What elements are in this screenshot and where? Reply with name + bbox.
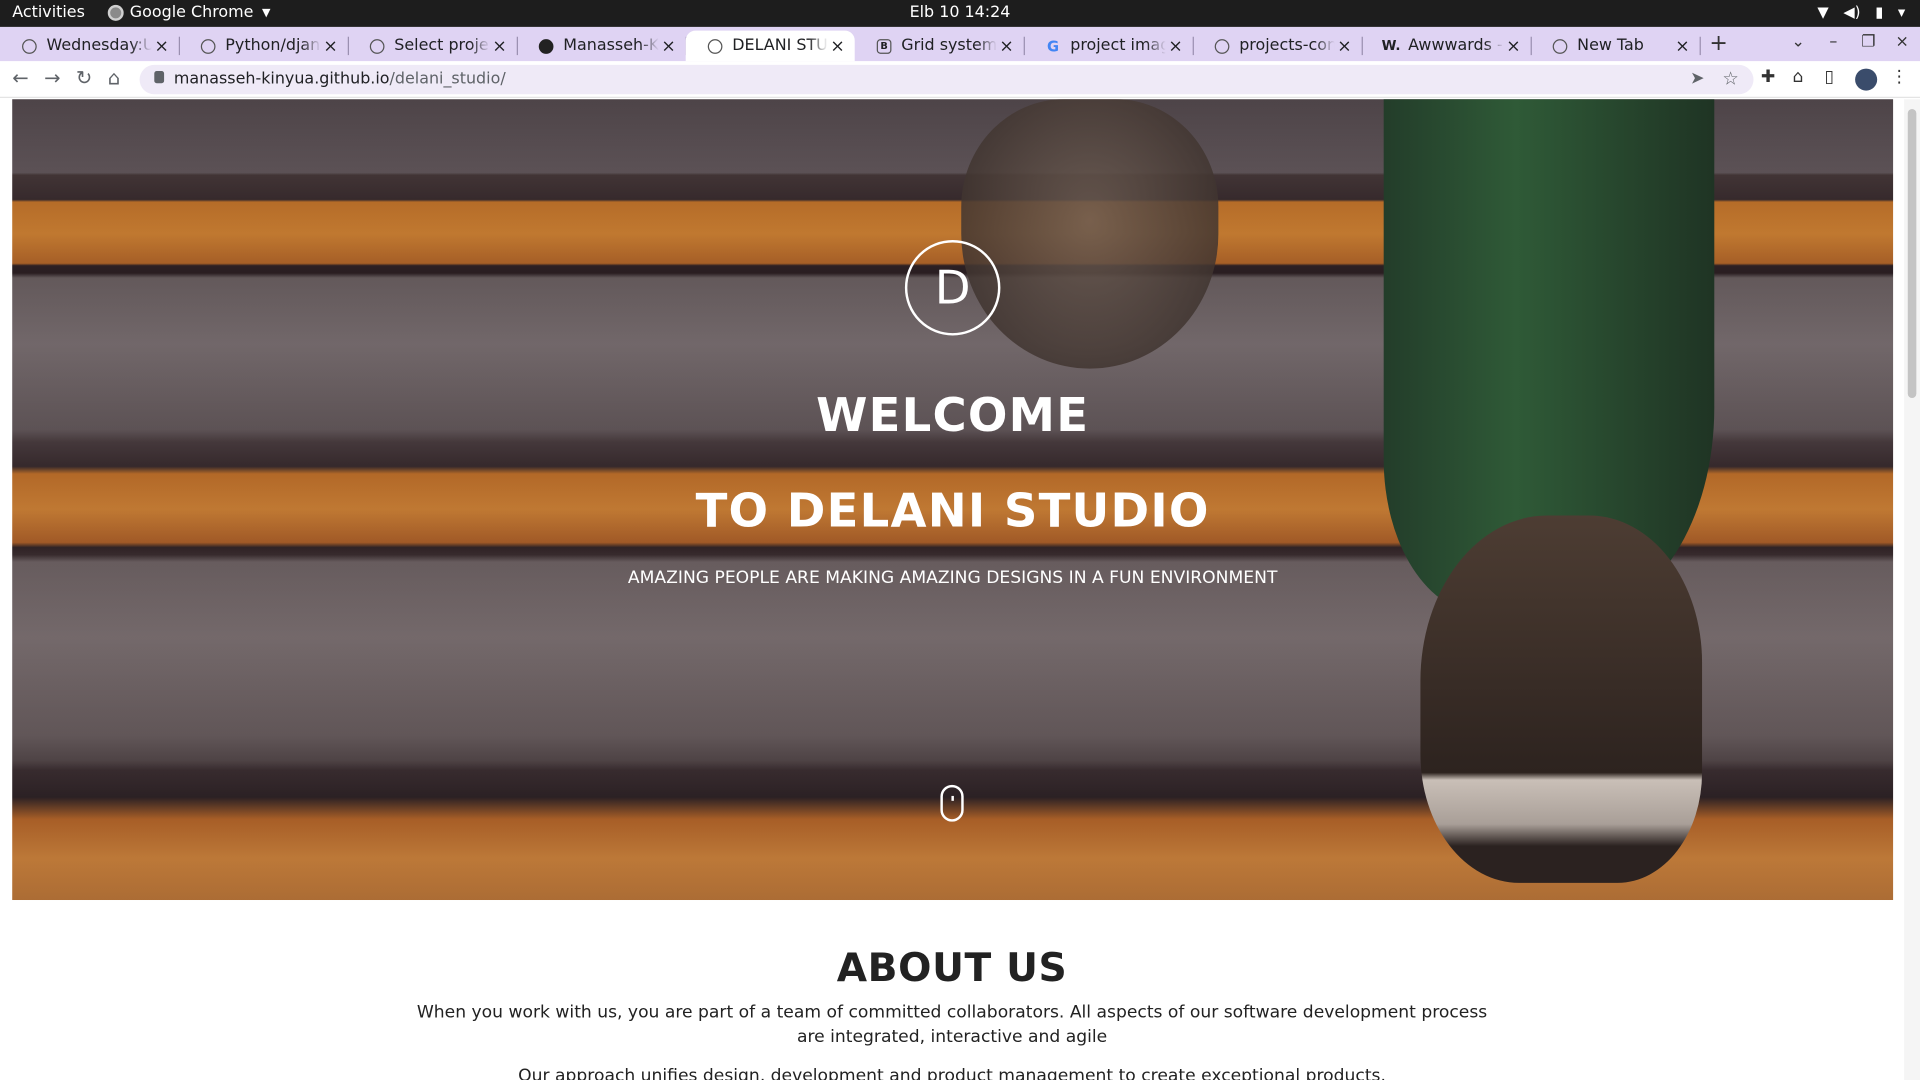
tab-python-django[interactable]: Python/django × [179, 31, 349, 62]
caret-down-icon: ▼ [262, 6, 271, 19]
about-title: ABOUT US [836, 944, 1068, 991]
close-tab-icon[interactable]: × [490, 36, 510, 56]
extensions-puzzle-icon[interactable]: ✚ [1761, 67, 1775, 87]
page-viewport: D WELCOME TO DELANI STUDIO AMAZING PEOPL… [0, 99, 1920, 1080]
about-paragraph-2: Our approach unifies design, development… [518, 1066, 1386, 1080]
url-text[interactable]: manasseh-kinyua.github.io/delani_studio/ [174, 70, 506, 88]
tab-title: Select project t [394, 36, 490, 56]
url-path: /delani_studio/ [389, 69, 506, 89]
app-menu[interactable]: Google Chrome ▼ [107, 3, 271, 23]
close-tab-icon[interactable]: × [659, 36, 679, 56]
url-host: manasseh-kinyua.github.io [173, 69, 390, 89]
system-tray[interactable]: ▼ ◀) ▮ ▾ [1817, 4, 1905, 21]
close-tab-icon[interactable]: × [1335, 36, 1355, 56]
lock-icon[interactable] [154, 71, 165, 84]
github-icon [538, 38, 554, 54]
new-tab-plus-icon[interactable]: + [1709, 31, 1727, 57]
awwwards-icon: W. [1381, 37, 1401, 54]
side-panel-icon[interactable]: ▯ [1825, 67, 1834, 87]
close-tab-icon[interactable]: × [1166, 36, 1186, 56]
google-icon: G [1047, 37, 1060, 55]
wifi-icon: ▼ [1817, 3, 1829, 21]
restore-icon[interactable]: ❐ [1861, 33, 1875, 51]
address-bar[interactable]: manasseh-kinyua.github.io/delani_studio/… [139, 64, 1754, 95]
close-tab-icon[interactable]: × [321, 36, 341, 56]
close-tab-icon[interactable]: × [997, 36, 1017, 56]
about-section: ABOUT US When you work with us, you are … [0, 944, 1904, 1080]
cast-icon[interactable]: ⌂ [1793, 67, 1804, 87]
profile-avatar[interactable] [1855, 68, 1878, 91]
browser-toolbar: ← → ↻ ⌂ manasseh-kinyua.github.io/delani… [0, 61, 1920, 98]
minimize-icon[interactable]: – [1829, 33, 1837, 51]
hero-heading-line2: TO DELANI STUDIO [695, 483, 1210, 538]
tab-title: project images [1070, 36, 1166, 56]
tab-awwwards[interactable]: W. Awwwards - W × [1362, 31, 1532, 62]
close-tab-icon[interactable]: × [1504, 36, 1524, 56]
globe-icon [707, 38, 723, 54]
tab-delani-studio[interactable]: DELANI STUDIO × [685, 30, 855, 62]
tab-search-chevron-icon[interactable]: ⌄ [1791, 33, 1804, 51]
hero-content: D WELCOME TO DELANI STUDIO AMAZING PEOPL… [12, 99, 1893, 900]
bookmark-star-icon[interactable]: ☆ [1722, 67, 1738, 89]
tab-new-tab[interactable]: New Tab × [1531, 31, 1701, 62]
app-name: Google Chrome [129, 3, 254, 23]
close-window-icon[interactable]: × [1896, 33, 1909, 51]
tab-title: DELANI STUDIO [732, 36, 828, 56]
page-scrollbar[interactable] [1904, 99, 1920, 1080]
tab-title: Grid system · B [901, 36, 997, 56]
tab-project-images[interactable]: G project images × [1024, 31, 1194, 62]
about-paragraph-1: When you work with us, you are part of a… [416, 1002, 1488, 1047]
battery-icon: ▮ [1875, 3, 1884, 21]
tab-title: Awwwards - W [1408, 36, 1504, 56]
bootstrap-icon: B [876, 38, 892, 54]
scrollbar-thumb[interactable] [1907, 108, 1917, 398]
chrome-icon [107, 4, 124, 21]
tab-projects-concept[interactable]: projects-conce × [1193, 31, 1363, 62]
volume-icon: ◀) [1843, 3, 1861, 21]
back-icon[interactable]: ← [12, 66, 28, 89]
tab-title: Manasseh-Kiny [563, 36, 659, 56]
hero-heading-line1: WELCOME [816, 388, 1090, 443]
hero-tagline: AMAZING PEOPLE ARE MAKING AMAZING DESIGN… [627, 568, 1278, 588]
tab-title: Python/django [225, 36, 321, 56]
kebab-menu-icon[interactable]: ⋮ [1891, 67, 1908, 87]
close-tab-icon[interactable]: × [1673, 36, 1693, 56]
tray-caret-icon: ▾ [1897, 3, 1906, 21]
close-tab-icon[interactable]: × [828, 36, 848, 56]
tab-strip: Wednesday:Up × Python/django × Select pr… [0, 26, 1920, 62]
tab-grid-system[interactable]: B Grid system · B × [855, 31, 1025, 62]
studio-logo: D [904, 240, 1001, 336]
tab-title: projects-conce [1239, 36, 1335, 56]
clock[interactable]: Elb 10 14:24 [910, 4, 1011, 22]
scroll-down-mouse-icon[interactable] [940, 784, 964, 822]
system-top-bar: Activities Google Chrome ▼ Elb 10 14:24 … [0, 0, 1920, 27]
globe-icon [1214, 38, 1230, 54]
pin-icon [200, 38, 216, 54]
tab-wednesday[interactable]: Wednesday:Up × [0, 31, 181, 62]
tab-select-project[interactable]: Select project t × [348, 31, 518, 62]
pin-icon [22, 38, 37, 54]
globe-icon [369, 38, 385, 54]
clock-container: Elb 10 14:24 [0, 4, 1920, 22]
tab-title: New Tab [1577, 36, 1644, 56]
reload-icon[interactable]: ↻ [76, 66, 92, 89]
close-tab-icon[interactable]: × [152, 36, 172, 56]
hero-section: D WELCOME TO DELANI STUDIO AMAZING PEOPL… [12, 99, 1894, 901]
home-icon[interactable]: ⌂ [108, 66, 120, 89]
forward-icon[interactable]: → [44, 66, 60, 89]
activities-button[interactable]: Activities [12, 4, 85, 22]
tab-title: Wednesday:Up [46, 36, 152, 56]
send-icon[interactable]: ➤ [1690, 69, 1704, 89]
chrome-icon [1552, 38, 1568, 54]
tab-github[interactable]: Manasseh-Kiny × [517, 31, 687, 62]
